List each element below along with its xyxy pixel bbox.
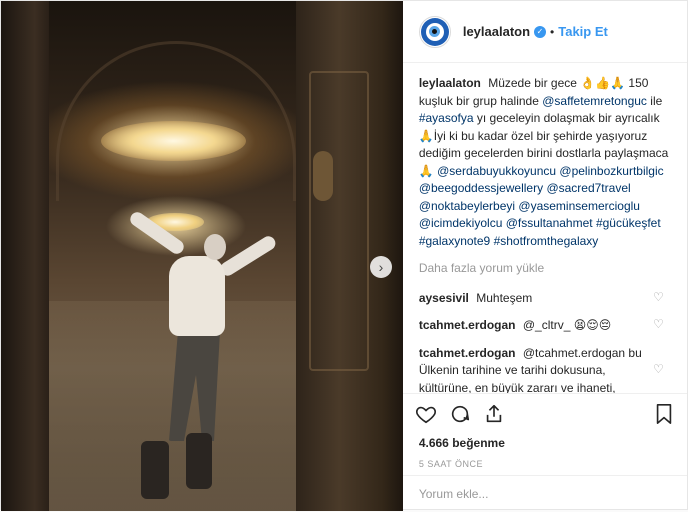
post-dialog: › leylaalaton ✓ • Takip Et leylaalaton M… xyxy=(0,0,688,511)
post-photo[interactable]: › xyxy=(1,1,403,511)
photo-door-left xyxy=(1,1,49,511)
post-sidebar: leylaalaton ✓ • Takip Et leylaalaton Müz… xyxy=(402,1,687,511)
photo-figure-boot-left xyxy=(141,441,169,499)
load-more-comments[interactable]: Daha fazla yorum yükle xyxy=(419,260,671,278)
heart-icon[interactable] xyxy=(413,401,439,427)
photo-figure-body xyxy=(169,256,225,336)
follow-button[interactable]: Takip Et xyxy=(558,24,608,39)
caption-tag[interactable]: #galaxynote9 xyxy=(419,234,490,248)
post-header: leylaalaton ✓ • Takip Et xyxy=(402,1,687,63)
caption-tag[interactable]: @pelinbozkurtbilgic xyxy=(559,164,663,178)
comment-item: tcahmet.erdogan @tcahmet.erdogan bu Ülke… xyxy=(419,345,671,394)
comment-text: @_cltrv_ 😫😌😔 xyxy=(522,318,612,332)
caption-mention[interactable]: @saffetemretonguc xyxy=(542,94,647,108)
photo-chandelier xyxy=(101,121,246,161)
caption-tag[interactable]: @serdabuyukkoyuncu xyxy=(437,164,556,178)
caption-tag[interactable]: @sacred7travel xyxy=(546,181,630,195)
heart-icon[interactable]: ♡ xyxy=(653,363,665,375)
post-timestamp: 5 SAAT ÖNCE xyxy=(418,459,484,469)
comment-text: Muhteşem xyxy=(476,290,533,305)
comment-item: tcahmet.erdogan @_cltrv_ 😫😌😔 ♡ xyxy=(419,317,671,335)
photo-figure-arm-right xyxy=(218,233,278,279)
photo-figure-boot-right xyxy=(186,433,212,489)
comment-user[interactable]: tcahmet.erdogan xyxy=(419,318,516,332)
bookmark-icon[interactable] xyxy=(651,401,677,427)
comment-user[interactable]: tcahmet.erdogan xyxy=(419,346,516,360)
likes-count[interactable]: 4.666 beğenme xyxy=(403,433,687,453)
share-icon[interactable] xyxy=(481,401,507,427)
post-caption: leylaalaton Müzede bir gece 👌👍🙏 150 kuşl… xyxy=(418,76,669,248)
caption-tag[interactable]: #shotfromthegalaxy xyxy=(494,234,599,248)
caption-tag[interactable]: @fssultanahmet xyxy=(506,216,593,230)
caption-tag[interactable]: @beegoddessjewellery xyxy=(419,181,543,195)
caption-tag[interactable]: @yaseminsemercioglu xyxy=(518,199,640,213)
caption-tag[interactable]: #gücükeşfet xyxy=(596,216,661,230)
heart-icon[interactable]: ♡ xyxy=(653,291,665,303)
heart-icon[interactable]: ♡ xyxy=(653,318,665,330)
comments-list: leylaalaton Müzede bir gece 👌👍🙏 150 kuşl… xyxy=(403,63,687,393)
avatar[interactable] xyxy=(418,15,451,48)
post-username[interactable]: leylaalaton xyxy=(463,24,530,39)
photo-door-panel xyxy=(309,71,369,371)
caption-tag[interactable]: @icimdekiyolcu xyxy=(419,216,503,230)
caption-hashtag[interactable]: #ayasofya xyxy=(419,111,474,125)
comment-item: aysesivil Muhteşem ♡ xyxy=(419,290,671,308)
comment-user[interactable]: aysesivil xyxy=(419,291,469,305)
caption-author[interactable]: leylaalaton xyxy=(419,76,481,90)
comment-icon[interactable] xyxy=(447,401,473,427)
verified-badge-icon: ✓ xyxy=(534,25,547,38)
next-arrow-icon[interactable]: › xyxy=(370,256,392,278)
photo-door-knob xyxy=(313,151,333,201)
caption-tag[interactable]: @noktabeylerbeyi xyxy=(419,199,515,213)
post-actions xyxy=(402,393,687,433)
add-comment-input[interactable]: Yorum ekle... xyxy=(402,475,687,511)
photo-figure-head xyxy=(204,234,226,260)
